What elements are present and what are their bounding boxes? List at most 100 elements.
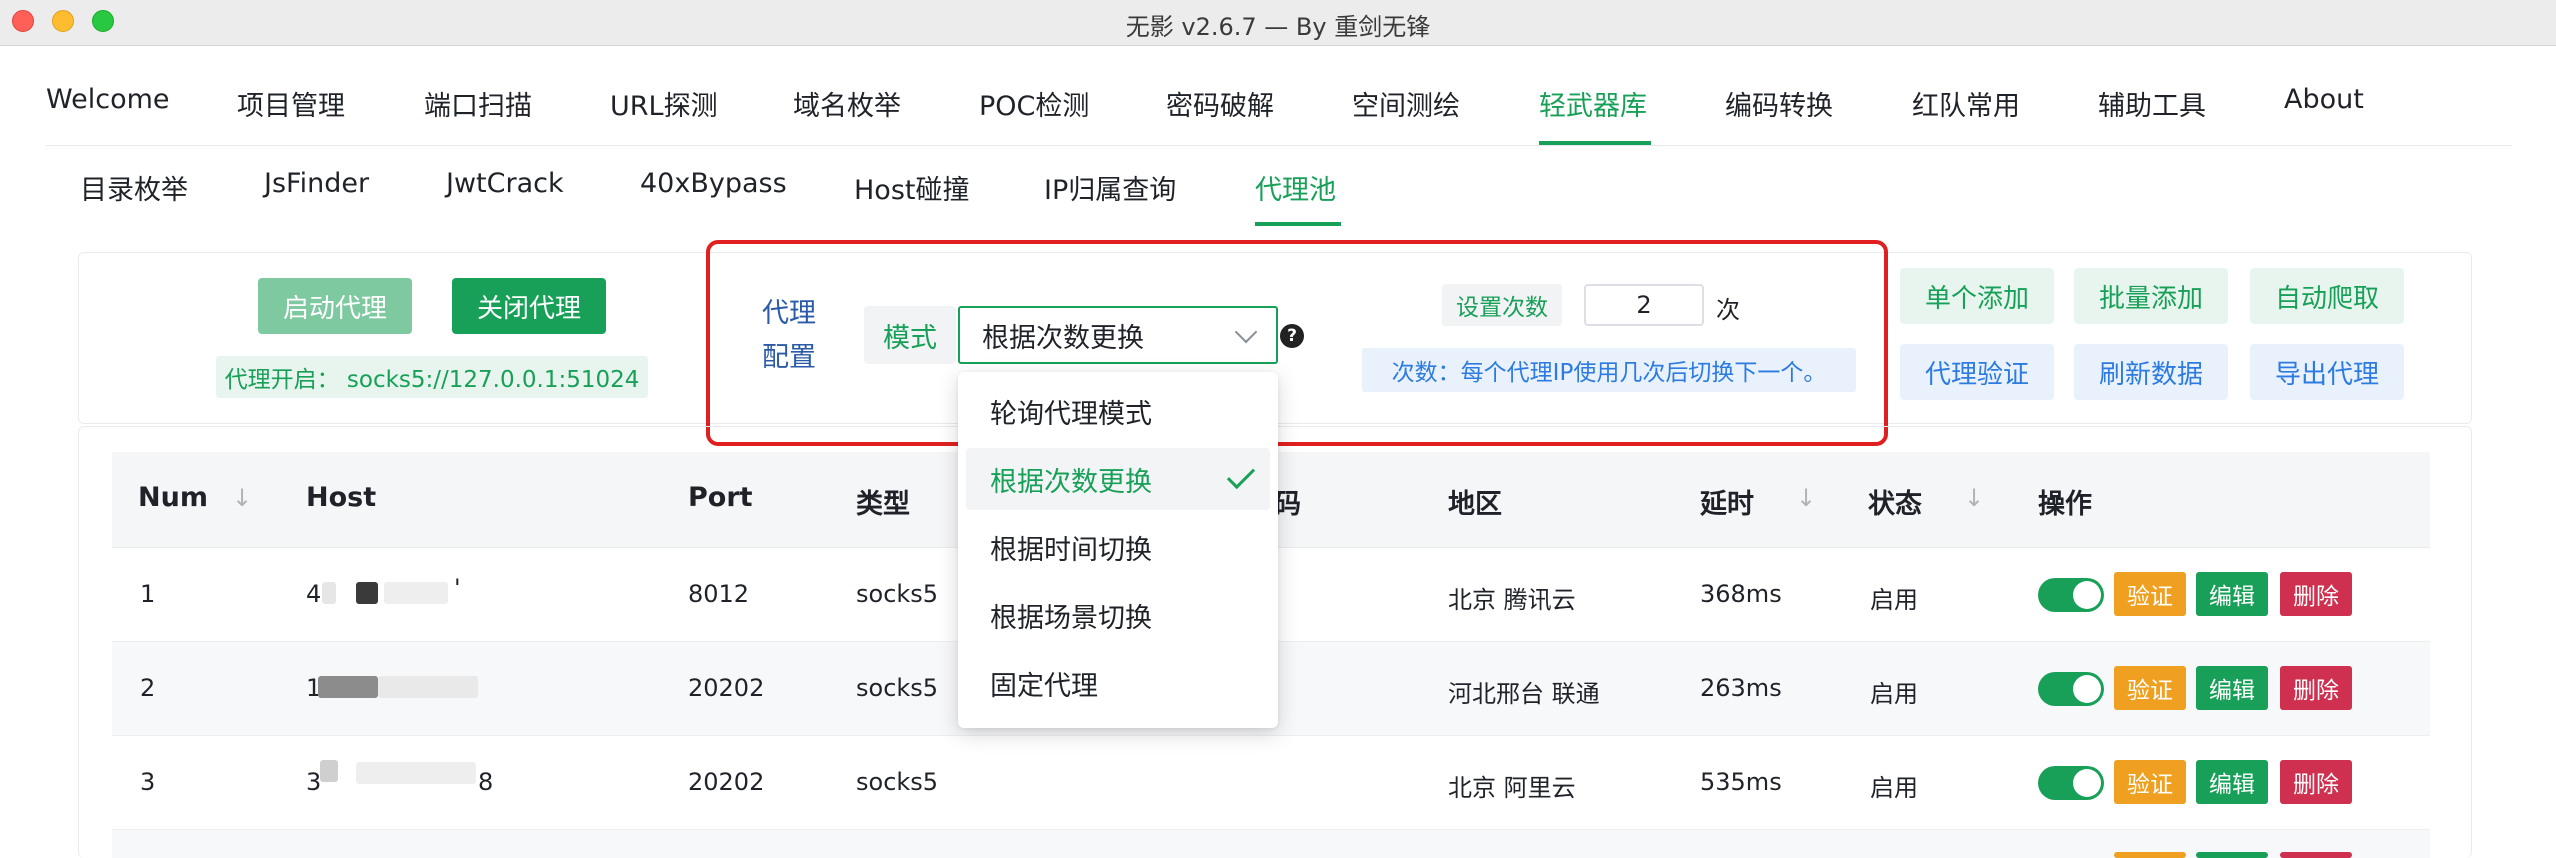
main-tab-aux-tools[interactable]: 辅助工具	[2098, 84, 2206, 123]
cell-port: 20202	[688, 674, 765, 702]
main-tab-password-crack[interactable]: 密码破解	[1166, 84, 1274, 123]
cell-status: 启用	[1870, 774, 1918, 802]
column-header-host: Host	[306, 482, 377, 513]
main-tab-url-probe[interactable]: URL探测	[610, 84, 718, 123]
column-header-type: 类型	[856, 489, 910, 520]
verify-button[interactable]: 验证	[2114, 666, 2186, 710]
edit-button[interactable]: 编辑	[2196, 760, 2268, 804]
times-input[interactable]: 2	[1584, 284, 1704, 326]
batch-add-button[interactable]: 批量添加	[2074, 268, 2228, 324]
cell-host-prefix: 4	[306, 580, 322, 608]
column-header-region: 地区	[1448, 489, 1502, 520]
cell-latency: 535ms	[1700, 768, 1782, 796]
cell-type: socks5	[856, 580, 939, 608]
main-tab-space-mapping[interactable]: 空间测绘	[1352, 84, 1460, 123]
stop-proxy-button[interactable]: 关闭代理	[452, 278, 606, 334]
redacted-host	[320, 760, 338, 782]
redacted-host	[378, 676, 478, 698]
mode-option-by-scene[interactable]: 根据场景切换	[966, 584, 1270, 646]
toggle-knob	[2073, 581, 2101, 609]
verify-button[interactable]: 验证	[2114, 760, 2186, 804]
verify-button-partial[interactable]	[2114, 852, 2186, 858]
mode-label: 模式	[864, 306, 956, 364]
cell-port: 8012	[688, 580, 750, 608]
times-unit: 次	[1716, 296, 1740, 324]
edit-button-partial[interactable]	[2196, 852, 2268, 858]
window-titlebar: 无影 v2.6.7 — By 重剑无锋	[0, 0, 2556, 46]
sub-nav: 目录枚举 JsFinder JwtCrack 40xBypass Host碰撞 …	[46, 146, 2512, 228]
main-tab-port-scan[interactable]: 端口扫描	[424, 84, 532, 123]
sort-arrow-icon[interactable]: ↓	[1964, 484, 1984, 512]
cell-status: 启用	[1870, 586, 1918, 614]
sub-tab-host-collision[interactable]: Host碰撞	[854, 168, 969, 207]
main-tab-light-arsenal[interactable]: 轻武器库	[1539, 84, 1647, 123]
mode-option-fixed[interactable]: 固定代理	[966, 652, 1270, 714]
sub-tab-jsfinder[interactable]: JsFinder	[264, 168, 369, 199]
main-tab-indicator	[1539, 141, 1651, 145]
delete-button-partial[interactable]	[2280, 852, 2352, 858]
cell-host-prefix: 3	[306, 768, 322, 796]
cell-region: 河北邢台 联通	[1448, 680, 1600, 708]
times-label: 设置次数	[1442, 284, 1562, 326]
column-header-latency[interactable]: 延时	[1700, 482, 1754, 521]
cell-host-suffix: '	[454, 574, 461, 602]
delete-button[interactable]: 删除	[2280, 666, 2352, 710]
sort-arrow-icon[interactable]: ↓	[232, 484, 252, 512]
sub-tab-jwtcrack[interactable]: JwtCrack	[446, 168, 564, 199]
main-tab-projects[interactable]: 项目管理	[237, 84, 345, 123]
sub-tab-dir-enum[interactable]: 目录枚举	[80, 168, 188, 207]
edit-button[interactable]: 编辑	[2196, 572, 2268, 616]
export-proxy-button[interactable]: 导出代理	[2250, 344, 2404, 400]
cell-latency: 263ms	[1700, 674, 1782, 702]
column-header-num[interactable]: Num	[138, 482, 208, 513]
proxy-status-badge: 代理开启： socks5://127.0.0.1:51024	[216, 356, 648, 398]
sub-tab-40xbypass[interactable]: 40xBypass	[640, 168, 787, 199]
column-header-port: Port	[688, 482, 753, 513]
start-proxy-button[interactable]: 启动代理	[258, 278, 412, 334]
main-tab-domain-enum[interactable]: 域名枚举	[793, 84, 901, 123]
enable-toggle[interactable]	[2038, 672, 2104, 706]
redacted-host	[356, 582, 378, 604]
main-tab-poc[interactable]: POC检测	[979, 84, 1089, 123]
main-tab-about[interactable]: About	[2284, 84, 2364, 115]
sub-tab-proxy-pool[interactable]: 代理池	[1255, 168, 1336, 207]
main-nav: Welcome 项目管理 端口扫描 URL探测 域名枚举 POC检测 密码破解 …	[46, 46, 2512, 146]
cell-region: 北京 腾讯云	[1448, 586, 1576, 614]
auto-crawl-button[interactable]: 自动爬取	[2250, 268, 2404, 324]
enable-toggle[interactable]	[2038, 578, 2104, 612]
mode-option-by-count[interactable]: 根据次数更换	[966, 448, 1270, 510]
sub-tab-indicator	[1255, 222, 1341, 226]
cell-region: 北京 阿里云	[1448, 774, 1576, 802]
main-tab-red-team[interactable]: 红队常用	[1912, 84, 2020, 123]
redacted-host	[322, 582, 336, 604]
mode-option-round-robin[interactable]: 轮询代理模式	[966, 380, 1270, 442]
delete-button[interactable]: 删除	[2280, 760, 2352, 804]
cell-type: socks5	[856, 674, 939, 702]
sub-tab-ip-lookup[interactable]: IP归属查询	[1044, 168, 1176, 207]
verify-proxy-button[interactable]: 代理验证	[1900, 344, 2054, 400]
refresh-data-button[interactable]: 刷新数据	[2074, 344, 2228, 400]
mode-dropdown-menu: 轮询代理模式 根据次数更换 根据时间切换 根据场景切换 固定代理	[958, 372, 1278, 728]
cell-num: 2	[140, 674, 156, 702]
cell-port: 20202	[688, 768, 765, 796]
delete-button[interactable]: 删除	[2280, 572, 2352, 616]
sort-arrow-icon[interactable]: ↓	[1796, 484, 1816, 512]
check-icon	[1226, 460, 1256, 490]
mode-select[interactable]: 根据次数更换	[958, 306, 1278, 364]
column-header-status[interactable]: 状态	[1868, 482, 1922, 521]
help-icon[interactable]: ?	[1280, 324, 1304, 348]
cell-num: 3	[140, 768, 156, 796]
cell-num: 1	[140, 580, 156, 608]
toggle-knob	[2073, 675, 2101, 703]
single-add-button[interactable]: 单个添加	[1900, 268, 2054, 324]
chevron-down-icon	[1234, 320, 1258, 344]
toggle-knob	[2073, 769, 2101, 797]
enable-toggle[interactable]	[2038, 766, 2104, 800]
redacted-host	[318, 676, 378, 698]
main-tab-welcome[interactable]: Welcome	[46, 84, 170, 115]
mode-option-by-time[interactable]: 根据时间切换	[966, 516, 1270, 578]
edit-button[interactable]: 编辑	[2196, 666, 2268, 710]
cell-latency: 368ms	[1700, 580, 1782, 608]
main-tab-encoding[interactable]: 编码转换	[1725, 84, 1833, 123]
verify-button[interactable]: 验证	[2114, 572, 2186, 616]
